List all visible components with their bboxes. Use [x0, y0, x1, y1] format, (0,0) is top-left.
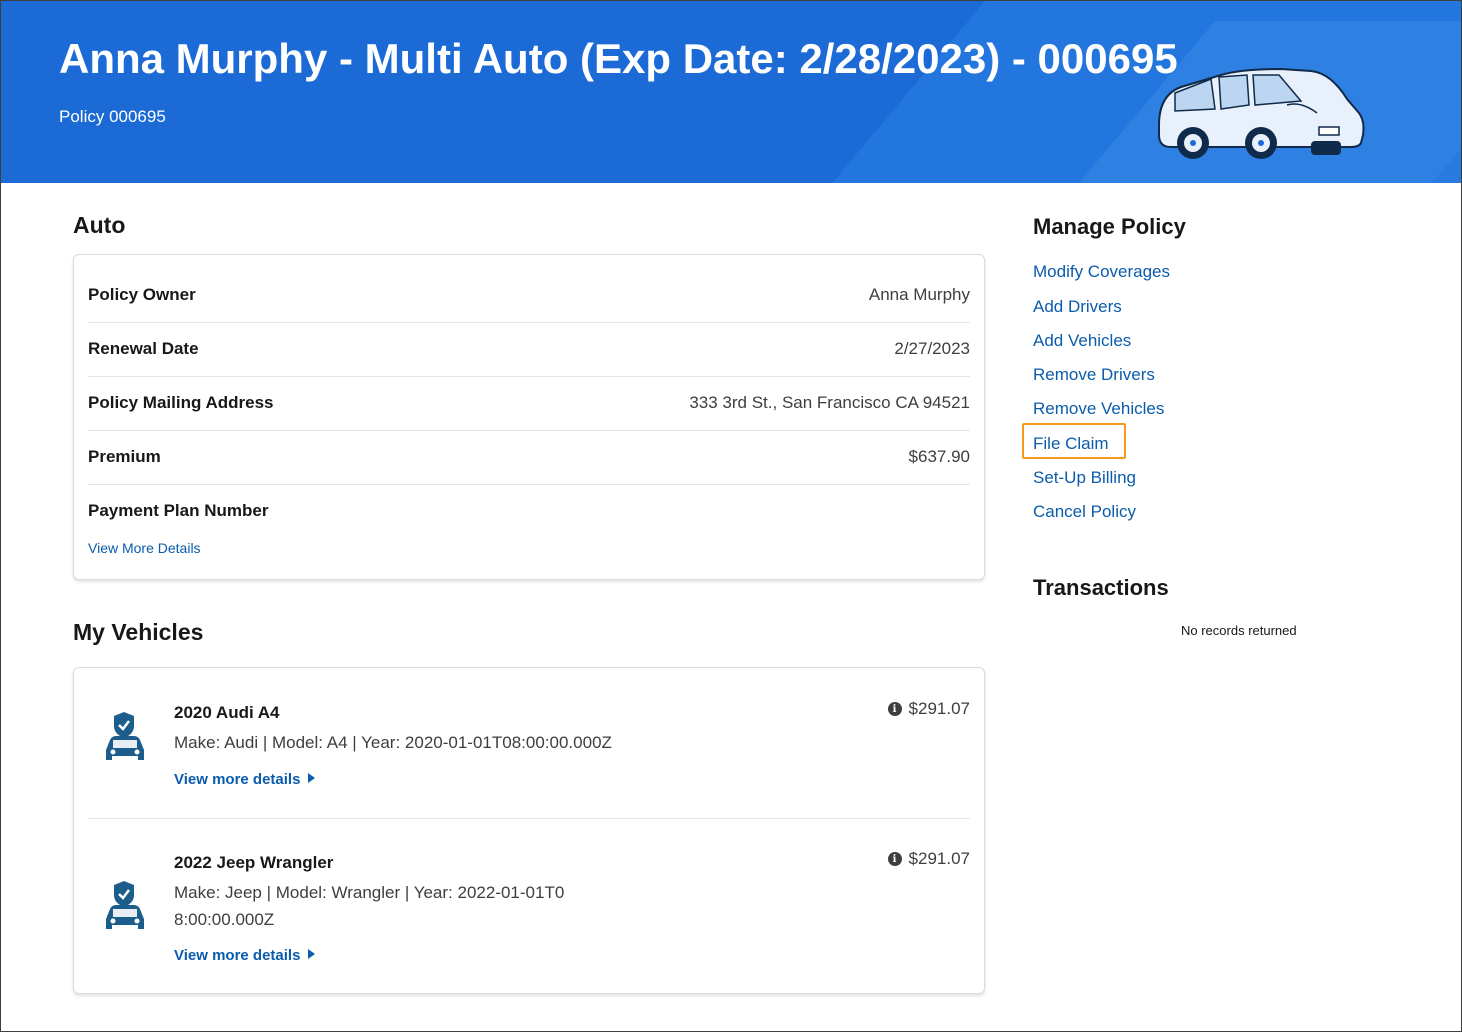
- payment-plan-row: Payment Plan Number: [88, 484, 970, 538]
- remove-vehicles-link[interactable]: Remove Vehicles: [1033, 399, 1164, 419]
- transactions-title: Transactions: [1033, 575, 1169, 600]
- vehicle-price: i $291.07: [887, 699, 970, 719]
- row-value: $637.90: [908, 447, 970, 466]
- vehicle-description: Make: Audi | Model: A4 | Year: 2020-01-0…: [174, 733, 612, 752]
- triangle-right-icon: [308, 773, 316, 783]
- row-label: Payment Plan Number: [88, 501, 269, 520]
- add-vehicles-link[interactable]: Add Vehicles: [1033, 331, 1131, 351]
- van-illustration-icon: [1158, 67, 1365, 159]
- no-records-message: No records returned: [1181, 623, 1297, 638]
- manage-policy-title: Manage Policy: [1033, 214, 1186, 239]
- page-title: Anna Murphy - Multi Auto (Exp Date: 2/28…: [59, 35, 1178, 82]
- row-label: Renewal Date: [88, 339, 199, 358]
- row-value: Anna Murphy: [868, 285, 970, 304]
- link-label: View more details: [174, 947, 301, 964]
- car-shield-icon: [106, 712, 144, 760]
- row-label: Premium: [88, 447, 161, 466]
- price-value: $291.07: [908, 849, 970, 868]
- vehicle-name: 2020 Audi A4: [174, 703, 280, 722]
- triangle-right-icon: [308, 949, 316, 959]
- policy-header-banner: Anna Murphy - Multi Auto (Exp Date: 2/28…: [1, 1, 1461, 183]
- set-up-billing-link[interactable]: Set-Up Billing: [1033, 468, 1136, 488]
- vehicles-card: 2020 Audi A4 Make: Audi | Model: A4 | Ye…: [73, 667, 985, 994]
- auto-section-title: Auto: [73, 212, 126, 238]
- modify-coverages-link[interactable]: Modify Coverages: [1033, 262, 1170, 282]
- premium-row: Premium $637.90: [88, 430, 970, 485]
- row-label: Policy Mailing Address: [88, 393, 274, 412]
- add-drivers-link[interactable]: Add Drivers: [1033, 297, 1122, 317]
- row-value: 333 3rd St., San Francisco CA 94521: [689, 393, 970, 412]
- policy-number-subtitle: Policy 000695: [59, 107, 166, 126]
- car-shield-icon: [106, 881, 144, 929]
- vehicle-item: 2022 Jeep Wrangler Make: Jeep | Model: W…: [88, 819, 970, 989]
- info-icon[interactable]: i: [887, 852, 902, 866]
- info-icon[interactable]: i: [887, 702, 902, 716]
- view-more-details-link[interactable]: View more details: [174, 947, 316, 964]
- mailing-address-row: Policy Mailing Address 333 3rd St., San …: [88, 376, 970, 431]
- vehicle-description: Make: Jeep | Model: Wrangler | Year: 202…: [174, 883, 565, 929]
- my-vehicles-section-title: My Vehicles: [73, 619, 204, 645]
- vehicle-price: i $291.07: [887, 849, 970, 869]
- view-more-details-link[interactable]: View More Details: [88, 540, 201, 556]
- policy-details-card: Policy Owner Anna Murphy Renewal Date 2/…: [73, 254, 985, 580]
- remove-drivers-link[interactable]: Remove Drivers: [1033, 365, 1155, 385]
- renewal-date-row: Renewal Date 2/27/2023: [88, 322, 970, 377]
- policy-owner-row: Policy Owner Anna Murphy: [88, 268, 970, 323]
- link-label: View more details: [174, 771, 301, 788]
- row-label: Policy Owner: [88, 285, 196, 304]
- file-claim-link[interactable]: File Claim: [1033, 434, 1109, 454]
- price-value: $291.07: [908, 699, 970, 718]
- vehicle-item: 2020 Audi A4 Make: Audi | Model: A4 | Ye…: [88, 668, 970, 818]
- row-value: 2/27/2023: [894, 339, 970, 358]
- view-more-details-link[interactable]: View more details: [174, 771, 316, 788]
- cancel-policy-link[interactable]: Cancel Policy: [1033, 502, 1136, 522]
- vehicle-name: 2022 Jeep Wrangler: [174, 853, 334, 872]
